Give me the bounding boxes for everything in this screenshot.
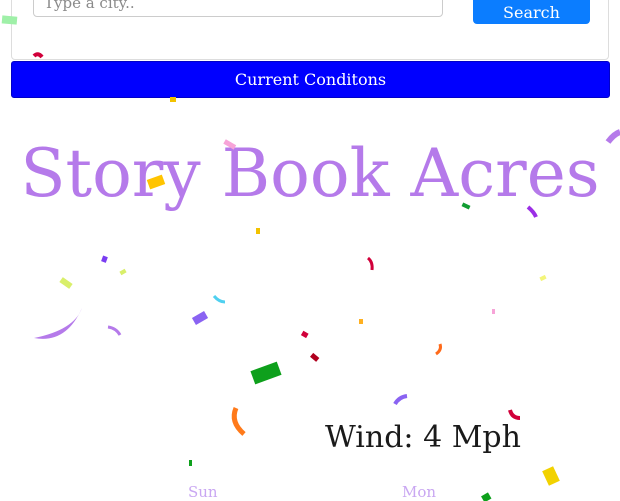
- confetti-piece: [256, 228, 260, 234]
- wind-readout: Wind: 4 Mph: [325, 420, 521, 455]
- confetti-piece: [59, 277, 73, 289]
- confetti-piece: [107, 325, 122, 336]
- confetti-piece: [189, 460, 192, 466]
- confetti-piece: [101, 255, 108, 263]
- confetti-piece: [191, 311, 209, 325]
- confetti-piece: [359, 319, 363, 324]
- confetti-piece: [481, 492, 492, 501]
- confetti-piece: [34, 308, 82, 339]
- confetti-piece: [435, 343, 442, 356]
- confetti-piece: [119, 268, 127, 276]
- confetti-piece: [492, 309, 495, 314]
- confetti-piece: [508, 409, 521, 420]
- city-search-input[interactable]: [33, 0, 443, 17]
- confetti-piece: [300, 330, 309, 339]
- confetti-piece: [250, 361, 282, 385]
- confetti-piece: [212, 295, 226, 304]
- search-panel: Search: [11, 0, 609, 60]
- search-button[interactable]: Search: [473, 0, 590, 24]
- confetti-piece: [539, 274, 547, 282]
- forecast-day-sun: Sun: [188, 483, 218, 501]
- location-title: Story Book Acres: [20, 135, 600, 212]
- forecast-day-mon: Mon: [402, 483, 437, 501]
- confetti-piece: [366, 256, 374, 271]
- confetti-piece: [231, 407, 246, 436]
- confetti-piece: [393, 394, 408, 406]
- confetti-piece: [542, 466, 560, 486]
- confetti-piece: [310, 352, 320, 362]
- current-conditions-button[interactable]: Current Conditons: [11, 61, 610, 98]
